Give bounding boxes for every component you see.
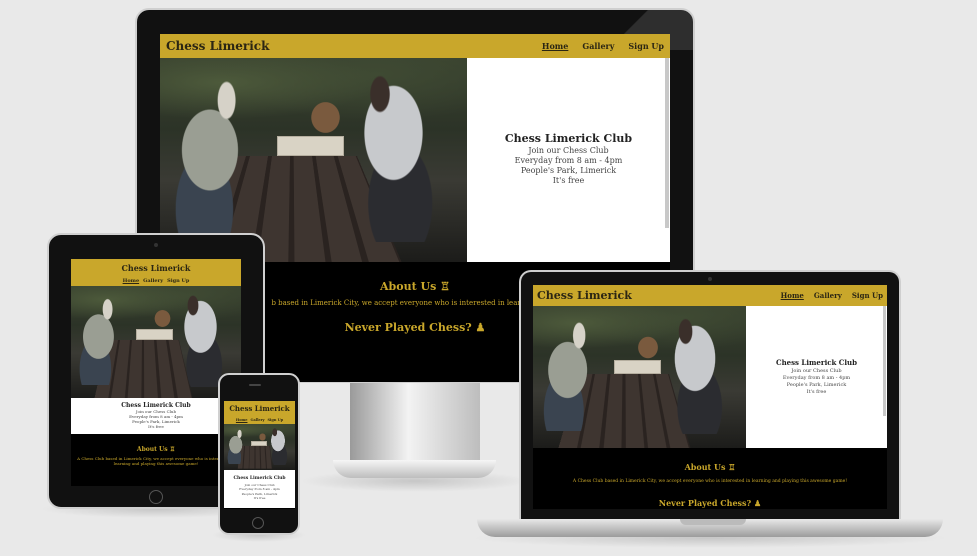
hero-line: Everyday from 8 am - 4pm: [514, 156, 623, 165]
hero-title: Chess Limerick Club: [504, 132, 633, 145]
nav-gallery[interactable]: Gallery: [814, 291, 842, 300]
navbar: Chess Limerick: [224, 401, 295, 416]
nav-home[interactable]: Home: [236, 418, 248, 422]
about-heading: About Us ♖: [684, 462, 736, 472]
laptop-camera: [708, 277, 712, 281]
monitor-stand: [350, 383, 480, 463]
never-heading: Never Played Chess? ♟: [658, 498, 762, 508]
nav-links: Home Gallery Sign Up: [542, 41, 664, 51]
navbar: Chess Limerick: [71, 259, 241, 277]
hero-image: [71, 286, 241, 398]
hero-image: [533, 306, 746, 448]
hero-line: It's free: [253, 496, 266, 501]
nav-signup[interactable]: Sign Up: [628, 41, 664, 51]
monitor-stand-base: [333, 460, 496, 478]
nav-signup[interactable]: Sign Up: [268, 418, 284, 422]
hero-line: People's Park, Limerick: [786, 381, 847, 388]
nav-links: Home Gallery Sign Up: [123, 278, 190, 284]
hero-title: Chess Limerick Club: [233, 476, 286, 482]
hero-line: Join our Chess Club: [528, 146, 609, 155]
hero-title: Chess Limerick Club: [121, 402, 191, 409]
hero-section: Chess Limerick Club Join our Chess Club …: [224, 470, 295, 508]
hero-info: Chess Limerick Club Join our Chess Club …: [467, 58, 670, 262]
navbar: Chess Limerick Home Gallery Sign Up: [160, 34, 670, 58]
tablet-camera: [154, 243, 158, 247]
phone-screen: Chess Limerick Home Gallery Sign Up Ches…: [224, 401, 295, 509]
phone-speaker: [249, 384, 261, 386]
hero-image: [160, 58, 467, 262]
tablet-home-button[interactable]: [149, 490, 163, 504]
nav-gallery[interactable]: Gallery: [250, 418, 264, 422]
brand-logo[interactable]: Chess Limerick: [537, 289, 632, 302]
hero-line: It's free: [806, 388, 827, 395]
nav-gallery[interactable]: Gallery: [143, 278, 163, 284]
hero-line: People's Park, Limerick: [520, 166, 617, 175]
hero-line: It's free: [148, 424, 164, 429]
brand-logo[interactable]: Chess Limerick: [122, 263, 191, 273]
nav-signup[interactable]: Sign Up: [167, 278, 189, 284]
hero-image: [224, 424, 295, 470]
phone-home-button[interactable]: [252, 517, 264, 529]
hero-line: Everyday from 8 am - 4pm: [782, 374, 851, 381]
nav-home[interactable]: Home: [542, 41, 568, 51]
navbar: Chess Limerick Home Gallery Sign Up: [533, 285, 887, 306]
about-heading: About Us ♖: [136, 446, 176, 453]
nav-links-row: Home Gallery Sign Up: [224, 416, 295, 424]
hero-info: Chess Limerick Club Join our Chess Club …: [71, 398, 241, 434]
hero-line: It's free: [552, 176, 585, 185]
hero-info: Chess Limerick Club Join our Chess Club …: [224, 470, 295, 508]
about-text: A Chess Club based in Limerick City, we …: [572, 479, 848, 484]
nav-links: Home Gallery Sign Up: [236, 418, 283, 422]
about-text: A Chess Club based in Limerick City, we …: [77, 456, 235, 466]
hero-info: Chess Limerick Club Join our Chess Club …: [746, 306, 887, 448]
laptop-notch: [680, 519, 746, 525]
laptop-screen: Chess Limerick Home Gallery Sign Up Ches…: [533, 285, 887, 509]
nav-signup[interactable]: Sign Up: [852, 291, 883, 300]
hero-title: Chess Limerick Club: [776, 357, 857, 367]
scrollbar[interactable]: [883, 306, 886, 416]
nav-home[interactable]: Home: [781, 291, 804, 300]
nav-links: Home Gallery Sign Up: [781, 291, 883, 300]
hero-section: Chess Limerick Club Join our Chess Club …: [160, 58, 670, 262]
hero-section: Chess Limerick Club Join our Chess Club …: [71, 398, 241, 434]
hero-section: Chess Limerick Club Join our Chess Club …: [533, 306, 887, 448]
brand-logo[interactable]: Chess Limerick: [229, 404, 289, 413]
hero-line: Join our Chess Club: [791, 367, 842, 374]
nav-home[interactable]: Home: [123, 278, 140, 284]
nav-links-row: Home Gallery Sign Up: [71, 276, 241, 286]
tablet-screen: Chess Limerick Home Gallery Sign Up Ches…: [71, 259, 241, 486]
scrollbar[interactable]: [665, 58, 669, 228]
nav-gallery[interactable]: Gallery: [582, 41, 614, 51]
brand-logo[interactable]: Chess Limerick: [166, 39, 269, 53]
